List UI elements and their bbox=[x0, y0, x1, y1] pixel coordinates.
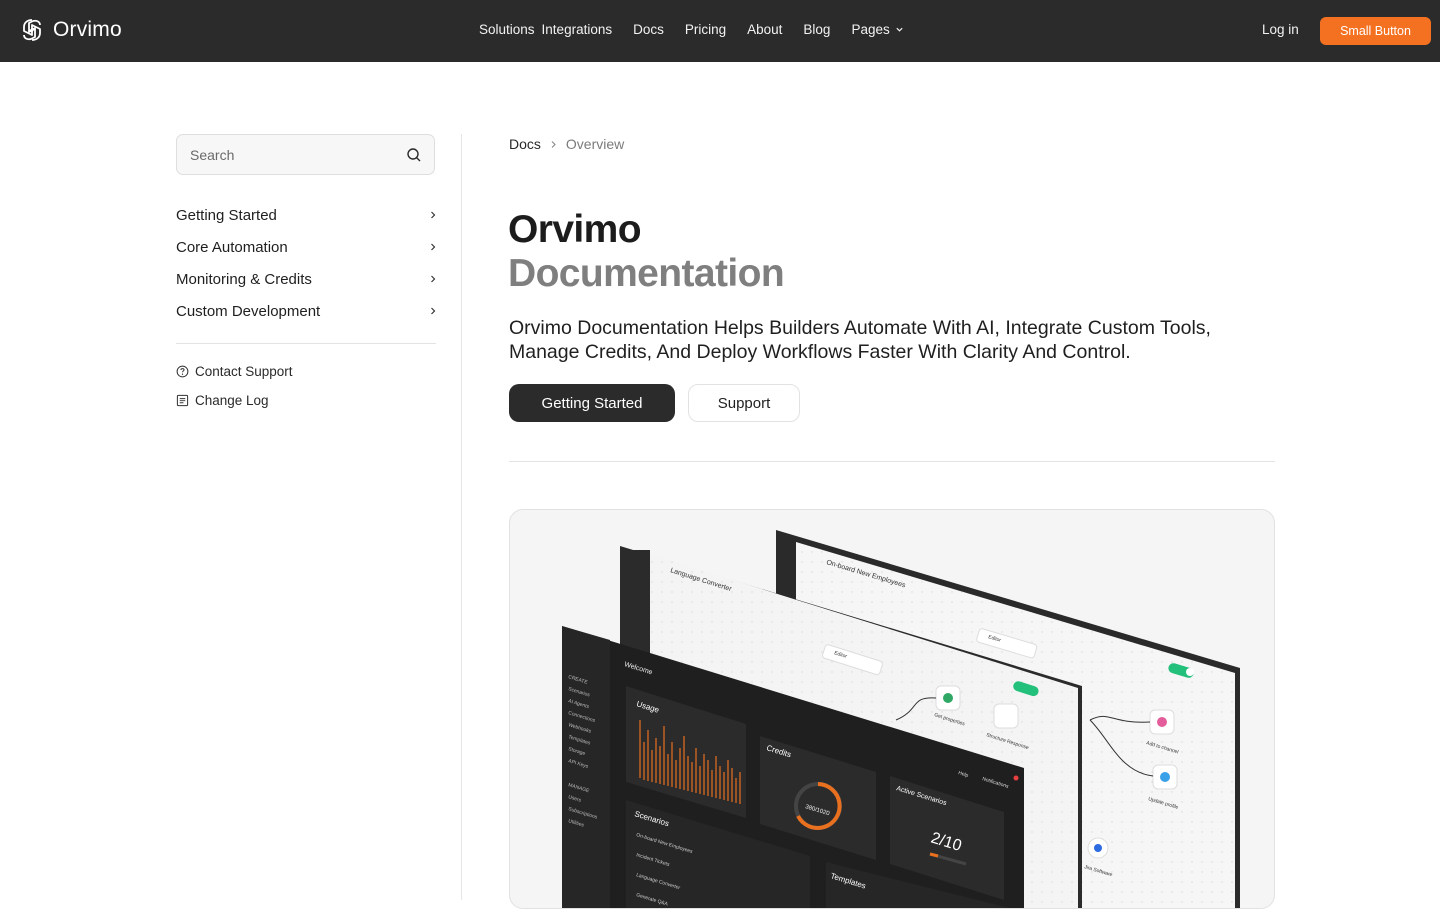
chevron-right-icon bbox=[431, 211, 436, 219]
chevron-right-icon bbox=[431, 275, 436, 283]
nav-blog[interactable]: Blog bbox=[803, 22, 830, 37]
sidebar-links: Contact Support Change Log bbox=[176, 361, 293, 419]
support-button[interactable]: Support bbox=[688, 384, 800, 422]
nav-pages-dropdown[interactable]: Pages bbox=[851, 22, 903, 37]
sidebar-divider bbox=[176, 343, 436, 344]
brand-name: Orvimo bbox=[53, 18, 122, 41]
page-subtitle: Documentation bbox=[508, 252, 785, 295]
sidebar-item-label: Monitoring & Credits bbox=[176, 270, 312, 288]
orvimo-logo-icon bbox=[23, 19, 41, 41]
sidebar-item-monitoring-credits[interactable]: Monitoring & Credits bbox=[176, 263, 437, 295]
sidebar-item-label: Core Automation bbox=[176, 238, 288, 256]
sidebar-item-core-automation[interactable]: Core Automation bbox=[176, 231, 437, 263]
contact-support-link[interactable]: Contact Support bbox=[176, 361, 293, 381]
nav-integrations[interactable]: Integrations bbox=[542, 22, 613, 37]
product-preview-image: On-board New Employees Editor Add to cha… bbox=[509, 509, 1275, 909]
breadcrumb: Docs Overview bbox=[509, 136, 624, 152]
change-log-label: Change Log bbox=[195, 392, 269, 408]
chevron-right-icon bbox=[431, 307, 436, 315]
page-description: Orvimo Documentation Helps Builders Auto… bbox=[509, 317, 1211, 363]
sidebar-item-custom-development[interactable]: Custom Development bbox=[176, 295, 437, 327]
change-log-link[interactable]: Change Log bbox=[176, 390, 293, 410]
sidebar-item-getting-started[interactable]: Getting Started bbox=[176, 199, 437, 231]
search-icon[interactable] bbox=[406, 147, 422, 163]
contact-support-label: Contact Support bbox=[195, 363, 293, 379]
nav-pages[interactable]: Pages bbox=[851, 22, 889, 37]
page-title: Orvimo bbox=[508, 208, 642, 251]
sidebar-item-label: Getting Started bbox=[176, 206, 277, 224]
sidebar-separator bbox=[461, 134, 462, 900]
login-link[interactable]: Log in bbox=[1262, 22, 1299, 37]
top-navbar: Orvimo Solutions Integrations Docs Prici… bbox=[0, 0, 1440, 62]
breadcrumb-docs[interactable]: Docs bbox=[509, 136, 541, 152]
help-circle-icon bbox=[176, 365, 189, 377]
breadcrumb-current: Overview bbox=[565, 136, 625, 152]
small-cta-button[interactable]: Small Button bbox=[1320, 17, 1431, 45]
main-nav: Solutions Integrations Docs Pricing Abou… bbox=[479, 22, 904, 37]
sidebar-item-label: Custom Development bbox=[176, 302, 321, 320]
search-input[interactable] bbox=[190, 147, 390, 163]
brand[interactable]: Orvimo bbox=[19, 17, 122, 43]
content-divider bbox=[509, 461, 1275, 462]
getting-started-button[interactable]: Getting Started bbox=[509, 384, 675, 422]
document-list-icon bbox=[176, 394, 189, 406]
sidebar-sections: Getting Started Core Automation Monitori… bbox=[176, 199, 437, 327]
chevron-right-icon bbox=[551, 140, 556, 148]
chevron-right-icon bbox=[431, 243, 436, 251]
chevron-down-icon bbox=[896, 27, 903, 32]
nav-about[interactable]: About bbox=[747, 22, 782, 37]
nav-docs[interactable]: Docs bbox=[633, 22, 664, 37]
search-box bbox=[176, 134, 435, 175]
nav-solutions[interactable]: Solutions bbox=[479, 22, 535, 37]
nav-pricing[interactable]: Pricing bbox=[685, 22, 726, 37]
dashboard-mockup-illustration: On-board New Employees Editor Add to cha… bbox=[562, 530, 1240, 908]
